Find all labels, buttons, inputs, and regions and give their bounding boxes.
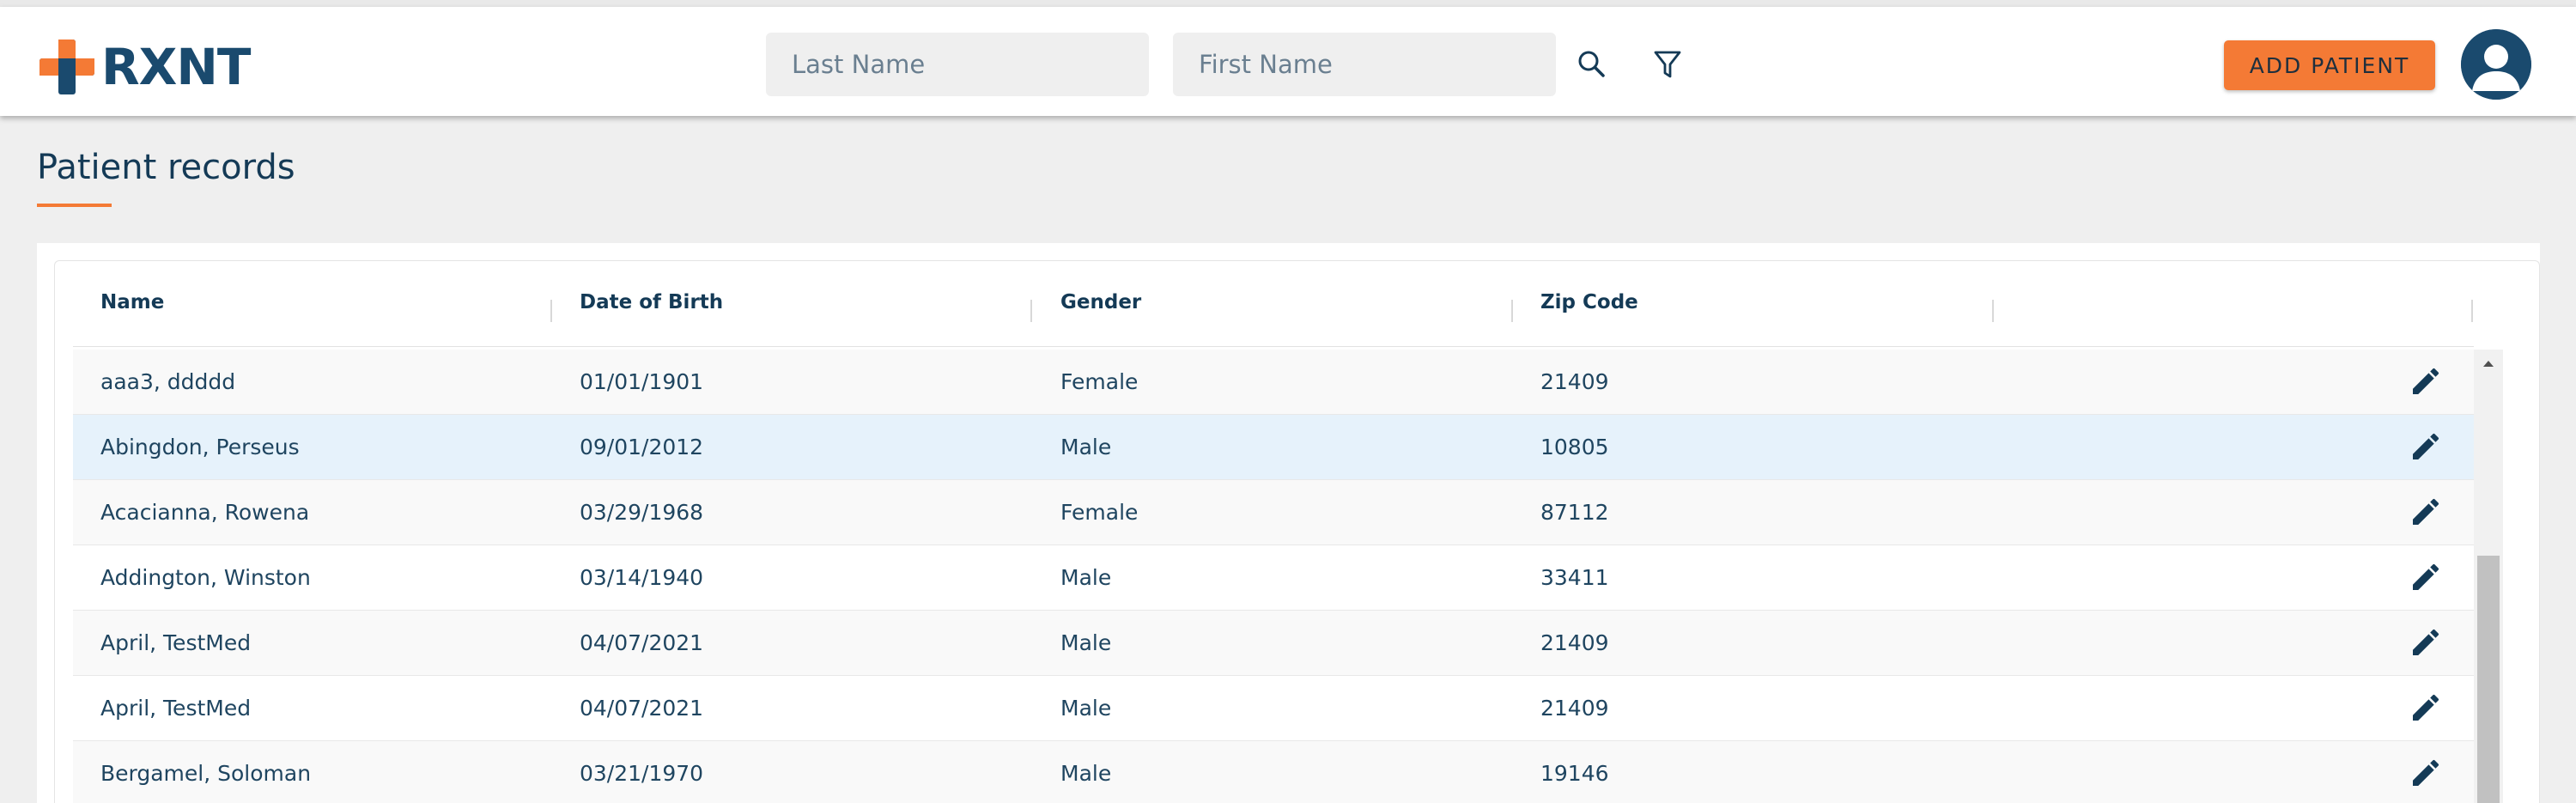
cell-name: Abingdon, Perseus xyxy=(100,435,300,459)
cell-name: April, TestMed xyxy=(100,696,252,721)
first-name-search-input[interactable] xyxy=(1173,33,1556,96)
pencil-edit-icon[interactable] xyxy=(2409,429,2443,464)
table-row[interactable]: aaa3, ddddd 01/01/1901 Female 21409 xyxy=(73,350,2474,415)
column-header-name[interactable]: Name xyxy=(100,258,164,347)
pencil-edit-icon[interactable] xyxy=(2409,756,2443,790)
cell-gender: Male xyxy=(1060,761,1112,786)
user-avatar-icon[interactable] xyxy=(2461,29,2531,100)
cell-zip-code: 21409 xyxy=(1540,630,1609,655)
pencil-edit-icon[interactable] xyxy=(2409,495,2443,529)
cell-name: April, TestMed xyxy=(100,630,252,655)
column-header-gender[interactable]: Gender xyxy=(1060,258,1141,347)
cell-name: Addington, Winston xyxy=(100,565,311,590)
column-header-zip[interactable]: Zip Code xyxy=(1540,258,1638,347)
search-icon[interactable] xyxy=(1574,46,1612,84)
cell-zip-code: 19146 xyxy=(1540,761,1609,786)
pencil-edit-icon[interactable] xyxy=(2409,690,2443,725)
column-resize-handle[interactable] xyxy=(1030,300,1032,322)
column-header-dob[interactable]: Date of Birth xyxy=(580,258,723,347)
app-header: RXNT ADD PATIENT xyxy=(0,7,2576,116)
table-body: aaa3, ddddd 01/01/1901 Female 21409 Abingdon… xyxy=(73,350,2474,803)
column-resize-handle[interactable] xyxy=(1511,300,1513,322)
cell-date-of-birth: 04/07/2021 xyxy=(580,696,704,721)
medical-cross-logo-icon xyxy=(38,38,96,96)
cell-gender: Male xyxy=(1060,565,1112,590)
cell-date-of-birth: 09/01/2012 xyxy=(580,435,704,459)
scroll-up-arrow-icon[interactable] xyxy=(2474,350,2503,379)
cell-date-of-birth: 03/21/1970 xyxy=(580,761,704,786)
cell-zip-code: 21409 xyxy=(1540,696,1609,721)
scrollbar-thumb[interactable] xyxy=(2477,556,2500,803)
table-row[interactable]: Acacianna, Rowena 03/29/1968 Female 87112 xyxy=(73,480,2474,545)
column-resize-handle[interactable] xyxy=(2471,300,2473,322)
cell-name: Bergamel, Soloman xyxy=(100,761,312,786)
table-row[interactable]: April, TestMed 04/07/2021 Male 21409 xyxy=(73,611,2474,676)
cell-name: Acacianna, Rowena xyxy=(100,500,310,525)
table-row[interactable]: Abingdon, Perseus 09/01/2012 Male 10805 xyxy=(73,415,2474,480)
cell-zip-code: 10805 xyxy=(1540,435,1609,459)
cell-date-of-birth: 03/29/1968 xyxy=(580,500,704,525)
column-resize-handle[interactable] xyxy=(550,300,552,322)
page-title: Patient records xyxy=(37,148,295,187)
add-patient-button[interactable]: ADD PATIENT xyxy=(2224,40,2435,90)
column-resize-handle[interactable] xyxy=(1992,300,1994,322)
vertical-scrollbar[interactable] xyxy=(2474,350,2503,803)
cell-zip-code: 33411 xyxy=(1540,565,1609,590)
table-row[interactable]: April, TestMed 04/07/2021 Male 21409 xyxy=(73,676,2474,741)
last-name-search-input[interactable] xyxy=(766,33,1149,96)
cell-gender: Male xyxy=(1060,630,1112,655)
pencil-edit-icon[interactable] xyxy=(2409,364,2443,398)
pencil-edit-icon[interactable] xyxy=(2409,625,2443,660)
cell-gender: Male xyxy=(1060,435,1112,459)
table-header: Name Date of Birth Gender Zip Code xyxy=(73,258,2474,347)
filter-icon[interactable] xyxy=(1649,46,1686,84)
table-row[interactable]: Addington, Winston 03/14/1940 Male 33411 xyxy=(73,545,2474,611)
cell-gender: Female xyxy=(1060,500,1139,525)
title-underline xyxy=(37,204,112,207)
cell-zip-code: 87112 xyxy=(1540,500,1609,525)
cell-date-of-birth: 03/14/1940 xyxy=(580,565,704,590)
pencil-edit-icon[interactable] xyxy=(2409,560,2443,594)
cell-date-of-birth: 01/01/1901 xyxy=(580,369,704,394)
cell-zip-code: 21409 xyxy=(1540,369,1609,394)
brand-name: RXNT xyxy=(101,38,251,96)
cell-gender: Female xyxy=(1060,369,1139,394)
rxnt-logo[interactable]: RXNT xyxy=(38,34,251,100)
window-top-border xyxy=(0,0,2576,7)
cell-date-of-birth: 04/07/2021 xyxy=(580,630,704,655)
cell-gender: Male xyxy=(1060,696,1112,721)
cell-name: aaa3, ddddd xyxy=(100,369,236,394)
table-row[interactable]: Bergamel, Soloman 03/21/1970 Male 19146 xyxy=(73,741,2474,803)
